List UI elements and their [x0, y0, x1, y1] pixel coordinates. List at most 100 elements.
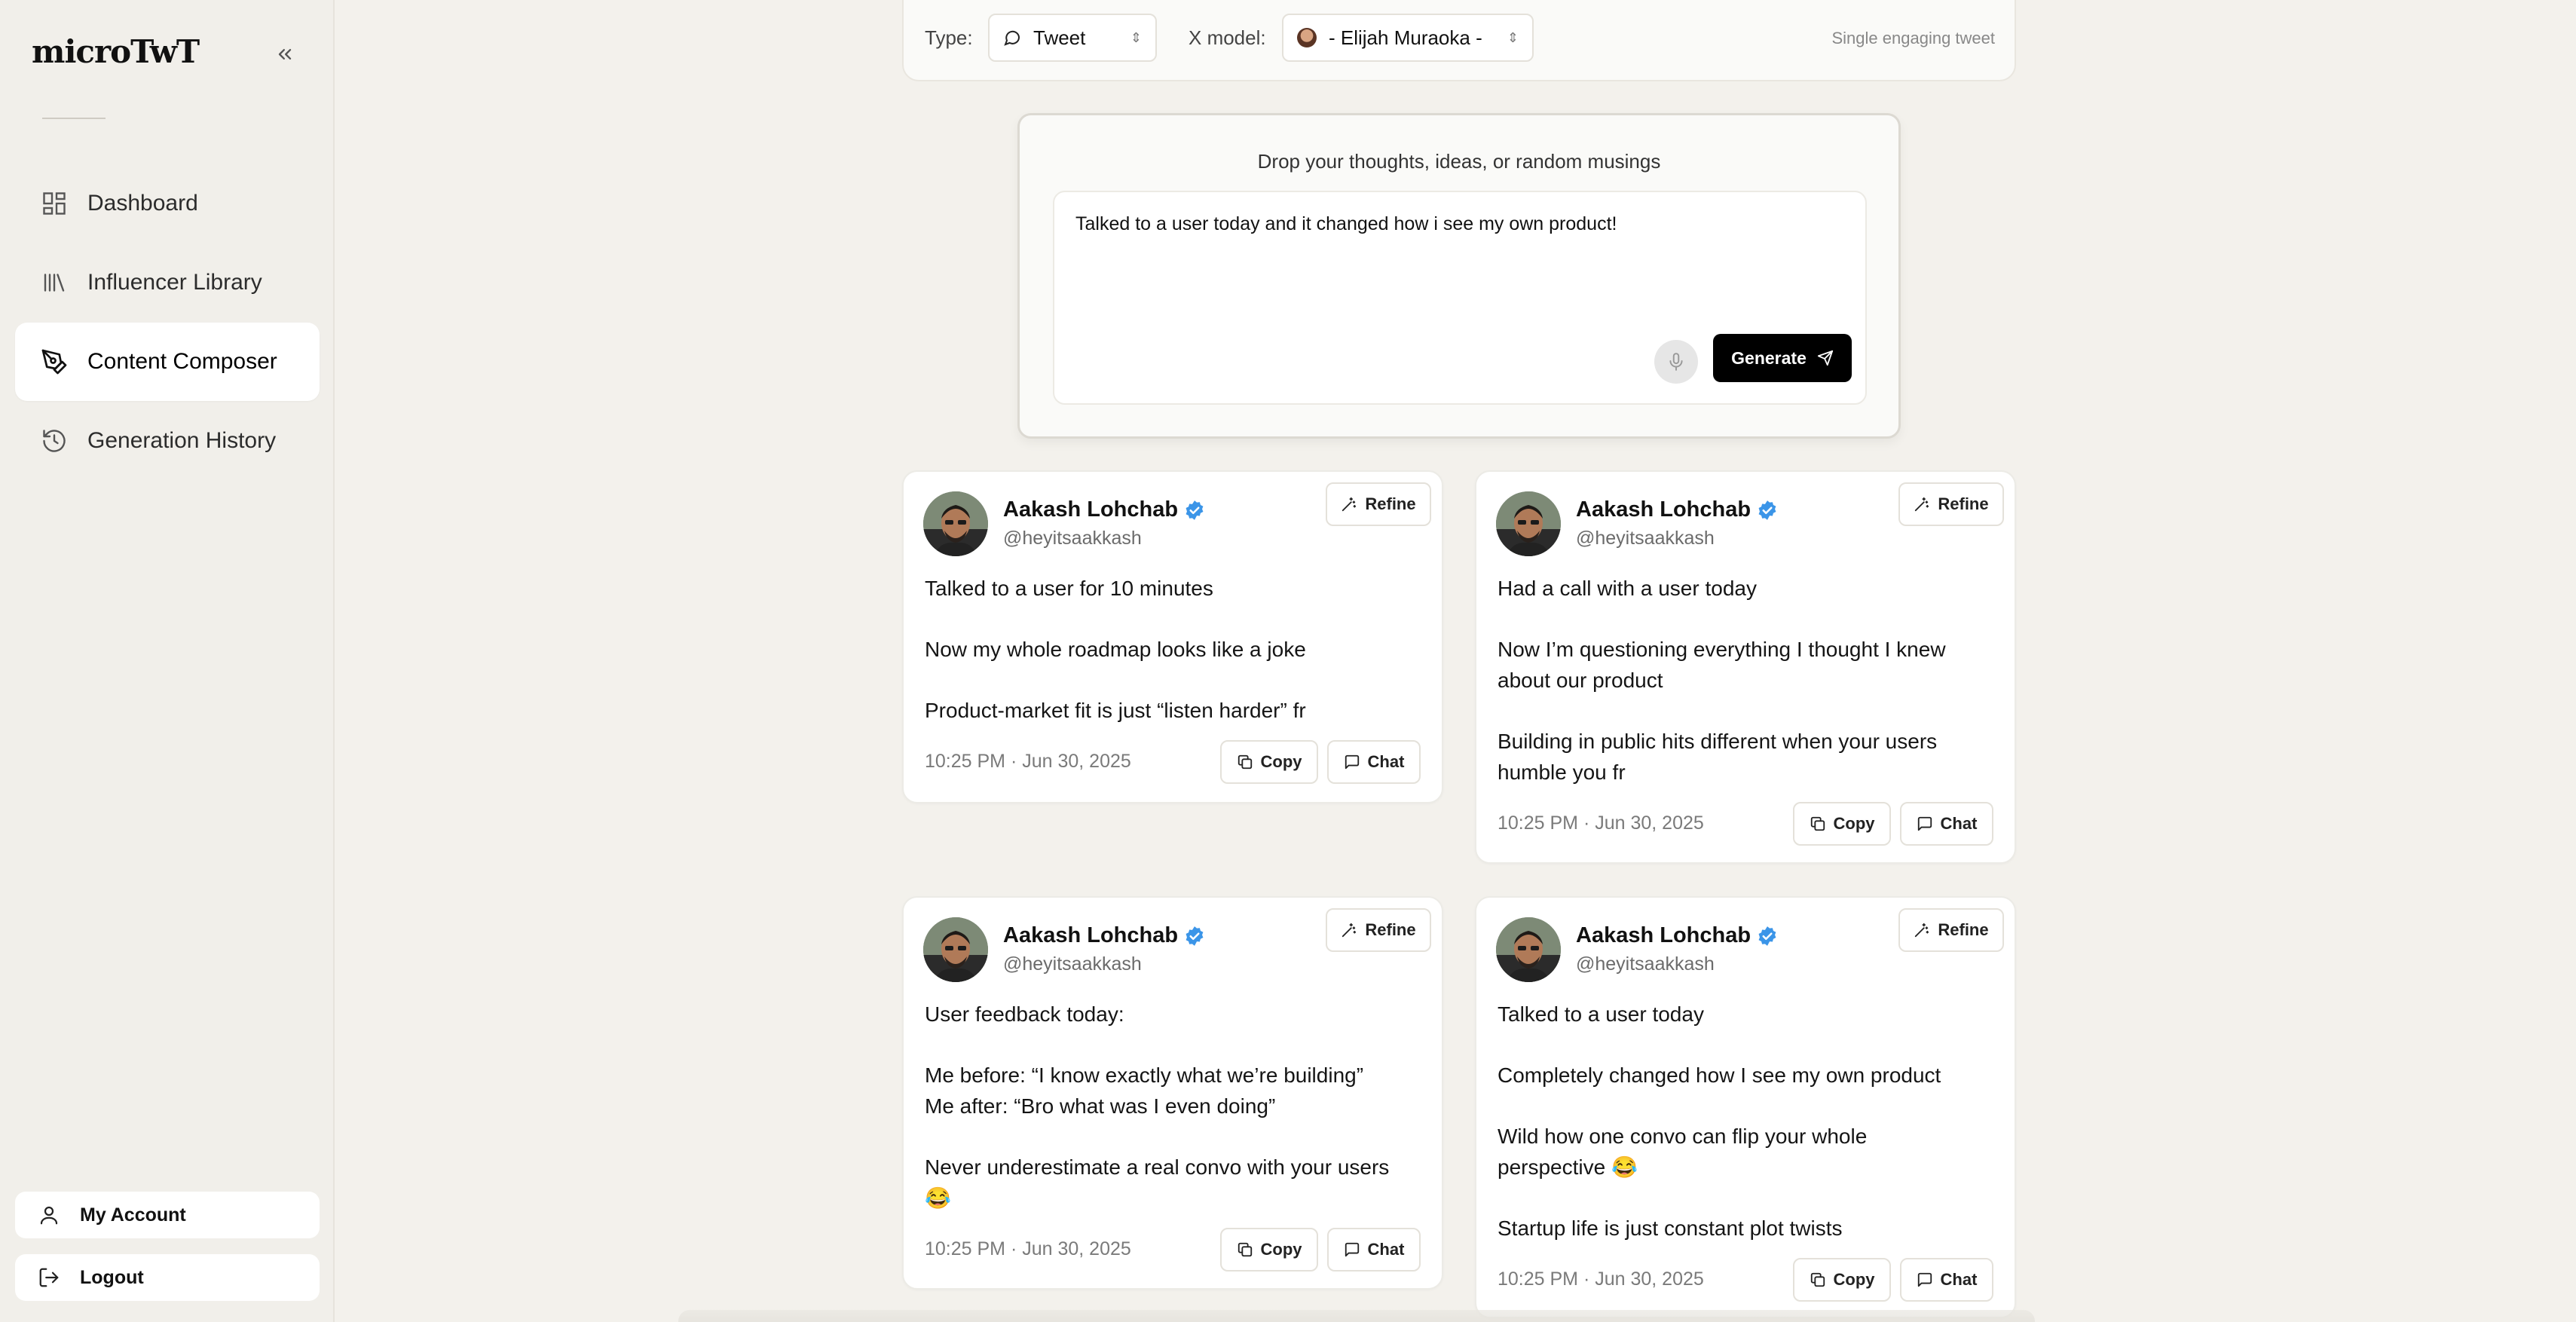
copy-button[interactable]: Copy: [1220, 1228, 1318, 1272]
dashboard-icon: [43, 192, 66, 215]
author-row: Aakash Lohchab: [1003, 923, 1205, 948]
brand-divider: [42, 118, 106, 119]
microphone-button[interactable]: [1654, 340, 1698, 384]
refine-label: Refine: [1365, 920, 1416, 939]
author-handle: @heyitsaakkash: [1003, 528, 1142, 549]
send-icon: [1817, 350, 1833, 366]
tweet-line: Completely changed how I see my own prod…: [1498, 1063, 1941, 1087]
chat-icon: [1345, 754, 1359, 770]
chat-label: Chat: [1367, 1240, 1405, 1259]
chat-icon: [1917, 1272, 1932, 1287]
logout-button[interactable]: Logout: [15, 1254, 320, 1301]
my-account-button[interactable]: My Account: [15, 1192, 320, 1238]
avatar: [1496, 917, 1561, 982]
tweet-line: Building in public hits different when y…: [1498, 730, 1938, 753]
magic-wand-icon: [1342, 923, 1357, 938]
sidebar-nav: Dashboard Influencer Library Content Com…: [15, 164, 320, 481]
composer-textarea[interactable]: Talked to a user today and it changed ho…: [1053, 191, 1867, 405]
sidebar-item-influencer-library[interactable]: Influencer Library: [15, 243, 320, 322]
composer-text: Talked to a user today and it changed ho…: [1075, 213, 1617, 234]
tweet-card: Aakash Lohchab @heyitsaakkash Refine Tal…: [1475, 896, 2016, 1318]
tweet-card: Aakash Lohchab @heyitsaakkash Refine Had…: [1475, 470, 2016, 864]
avatar-photo: [1496, 491, 1561, 556]
sidebar-item-dashboard[interactable]: Dashboard: [15, 164, 320, 243]
brand-logo: microTwT: [32, 33, 200, 70]
author-name: Aakash Lohchab: [1003, 497, 1179, 522]
tweet-line: Now my whole roadmap looks like a joke: [925, 638, 1306, 661]
tweet-line: 😂: [925, 1186, 951, 1210]
composer-title: Drop your thoughts, ideas, or random mus…: [1257, 150, 1661, 173]
composer-settings-bar: Type: Tweet ⇕ X model: - Elijah Muraoka …: [902, 0, 2016, 81]
tweet-text: User feedback today: Me before: “I know e…: [925, 999, 1421, 1213]
refine-label: Refine: [1938, 494, 1989, 513]
type-select[interactable]: Tweet ⇕: [988, 14, 1157, 62]
magic-wand-icon: [1342, 497, 1357, 512]
tweet-timestamp: 10:25 PM · Jun 30, 2025: [925, 1238, 1131, 1259]
chat-label: Chat: [1940, 1270, 1978, 1289]
tweet-text: Had a call with a user today Now I’m ques…: [1498, 573, 1993, 788]
x-model-select[interactable]: - Elijah Muraoka - ⇕: [1282, 14, 1534, 62]
sidebar-item-label: Influencer Library: [87, 270, 262, 295]
verified-badge-icon: [1186, 500, 1204, 520]
generate-button[interactable]: Generate: [1713, 334, 1852, 382]
copy-icon: [1238, 1242, 1252, 1257]
avatar-photo: [1496, 917, 1561, 982]
sidebar: microTwT Dashboard Influencer Library Co…: [0, 0, 335, 1322]
avatar: [1496, 491, 1561, 556]
tweet-line: Talked to a user for 10 minutes: [925, 577, 1213, 600]
double-chevron-left-icon: [278, 49, 292, 60]
copy-label: Copy: [1260, 752, 1302, 771]
type-select-value: Tweet: [1033, 26, 1086, 49]
select-chevron-icon: ⇕: [1130, 29, 1142, 45]
refine-button[interactable]: Refine: [1898, 908, 2004, 952]
x-model-label: X model:: [1189, 26, 1266, 49]
user-icon: [40, 1206, 58, 1225]
author-name: Aakash Lohchab: [1576, 497, 1751, 522]
type-label: Type:: [925, 26, 973, 49]
author-name: Aakash Lohchab: [1003, 923, 1179, 947]
copy-button[interactable]: Copy: [1793, 1258, 1891, 1302]
tweet-line: Had a call with a user today: [1498, 577, 1757, 600]
model-avatar: [1297, 28, 1317, 47]
refine-button[interactable]: Refine: [1326, 908, 1431, 952]
copy-label: Copy: [1260, 1240, 1302, 1259]
refine-label: Refine: [1365, 494, 1416, 513]
author-name: Aakash Lohchab: [1576, 923, 1751, 947]
copy-button[interactable]: Copy: [1220, 740, 1318, 784]
tweet-line: Now I’m questioning everything I thought…: [1498, 638, 1946, 661]
tweet-timestamp: 10:25 PM · Jun 30, 2025: [1498, 812, 1704, 834]
scroll-shadow: [678, 1310, 2035, 1322]
refine-label: Refine: [1938, 920, 1989, 939]
copy-icon: [1810, 1272, 1825, 1287]
my-account-label: My Account: [80, 1204, 186, 1226]
collapse-sidebar-button[interactable]: [271, 41, 298, 68]
select-chevron-icon: ⇕: [1507, 29, 1519, 45]
tweet-timestamp: 10:25 PM · Jun 30, 2025: [1498, 1268, 1704, 1290]
tweet-timestamp: 10:25 PM · Jun 30, 2025: [925, 751, 1131, 772]
sidebar-item-generation-history[interactable]: Generation History: [15, 402, 320, 480]
refine-button[interactable]: Refine: [1898, 482, 2004, 526]
copy-icon: [1238, 754, 1252, 770]
chat-button[interactable]: Chat: [1900, 802, 1993, 846]
chat-button[interactable]: Chat: [1327, 1228, 1421, 1272]
avatar: [923, 917, 988, 982]
chat-button[interactable]: Chat: [1327, 740, 1421, 784]
tweet-line: User feedback today:: [925, 1002, 1124, 1026]
refine-button[interactable]: Refine: [1326, 482, 1431, 526]
author-handle: @heyitsaakkash: [1576, 528, 1715, 549]
microphone-icon: [1669, 353, 1683, 371]
copy-button[interactable]: Copy: [1793, 802, 1891, 846]
tweet-line: Wild how one convo can flip your whole: [1498, 1125, 1868, 1148]
chat-button[interactable]: Chat: [1900, 1258, 1993, 1302]
tweet-text: Talked to a user today Completely changed…: [1498, 999, 1993, 1244]
avatar-photo: [923, 491, 988, 556]
chat-icon: [1917, 816, 1932, 831]
tweet-line: Me before: “I know exactly what we’re bu…: [925, 1063, 1364, 1087]
copy-icon: [1810, 816, 1825, 831]
author-row: Aakash Lohchab: [1576, 497, 1778, 522]
author-handle: @heyitsaakkash: [1003, 953, 1142, 975]
chat-icon: [1345, 1242, 1359, 1257]
copy-label: Copy: [1833, 1270, 1875, 1289]
sidebar-item-content-composer[interactable]: Content Composer: [15, 323, 320, 401]
mode-hint: Single engaging tweet: [1831, 29, 1996, 47]
